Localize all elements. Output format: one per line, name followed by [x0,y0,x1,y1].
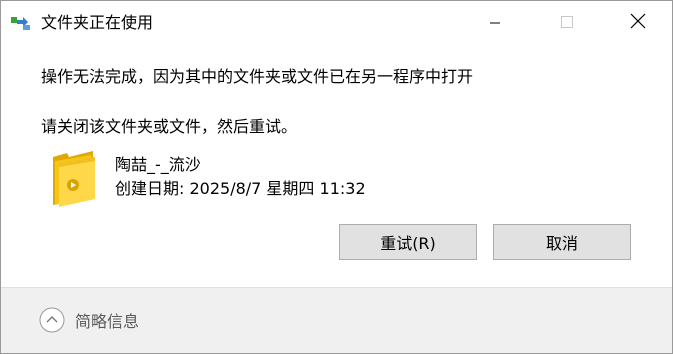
cancel-button[interactable]: 取消 [493,224,631,260]
file-created-date: 创建日期: 2025/8/7 星期四 11:32 [115,179,366,198]
minimize-button[interactable] [472,1,518,45]
title-bar: 文件夹正在使用 [1,1,672,45]
maximize-icon [560,14,574,33]
dialog-footer: 简略信息 [1,287,672,353]
details-label: 简略信息 [75,312,140,331]
file-name: 陶喆_-_流沙 [115,155,201,174]
chevron-up-circle-icon [39,307,65,333]
file-transfer-icon [11,15,31,31]
instruction-message: 请关闭该文件夹或文件，然后重试。 [41,117,298,136]
file-info: 陶喆_-_流沙 创建日期: 2025/8/7 星期四 11:32 [49,149,449,211]
close-button[interactable] [615,1,661,45]
folder-icon [49,149,99,207]
minimize-icon [489,14,501,33]
retry-button[interactable]: 重试(R) [339,224,477,260]
close-icon [630,13,646,33]
error-message: 操作无法完成，因为其中的文件夹或文件已在另一程序中打开 [41,67,474,86]
maximize-button [544,1,590,45]
window-title: 文件夹正在使用 [41,13,154,32]
details-toggle[interactable]: 简略信息 [39,306,139,334]
dialog-window: 文件夹正在使用 操作无法完成，因为其中的文件夹或文件已在另一程序中打开 请关闭该… [0,0,673,354]
